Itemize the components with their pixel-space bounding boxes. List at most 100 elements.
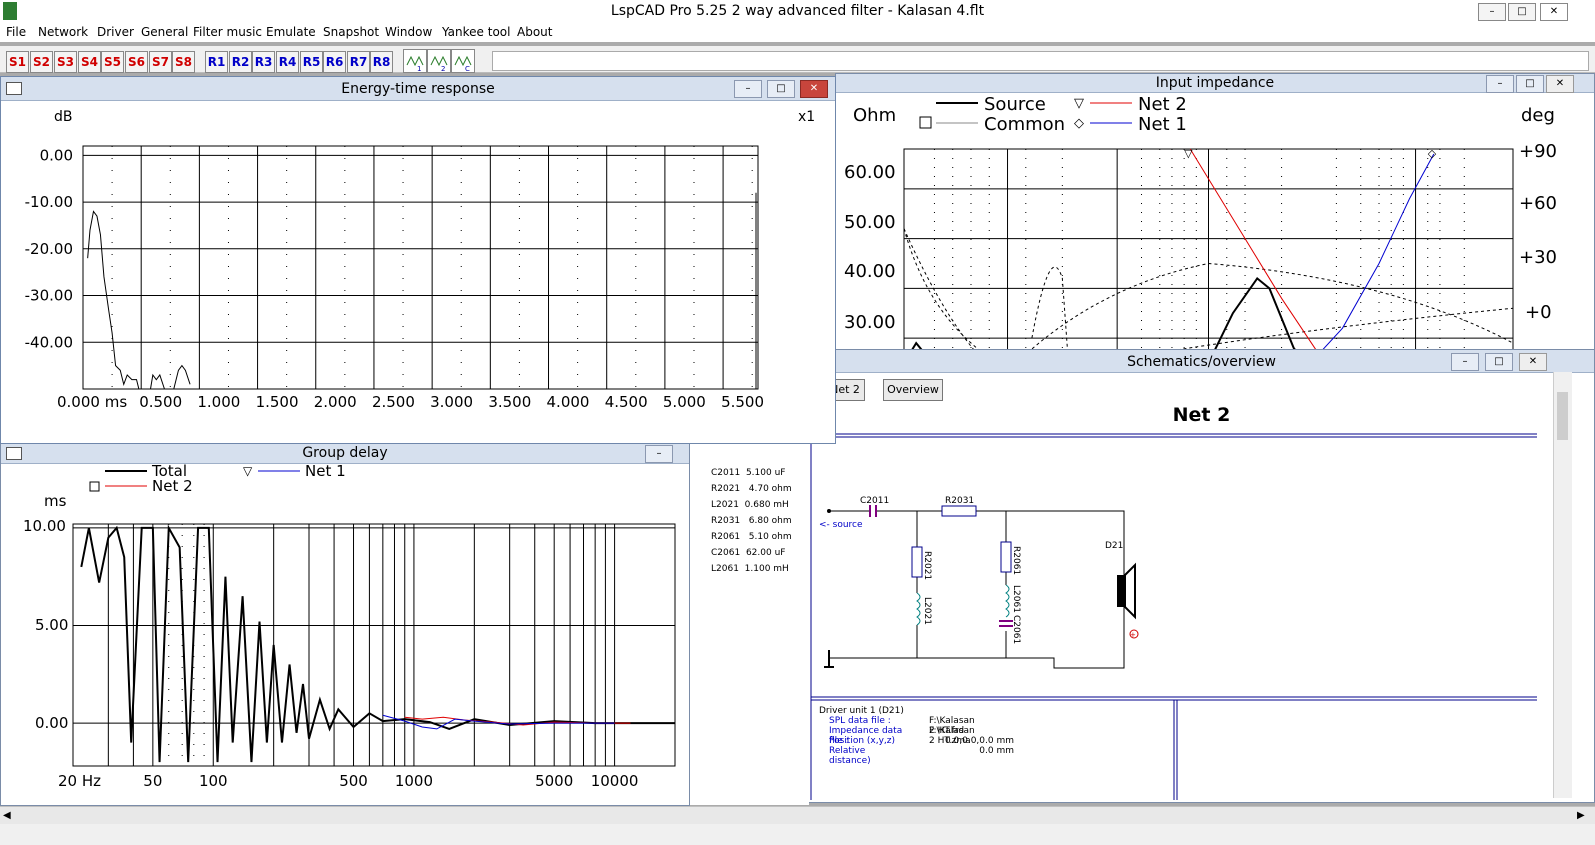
x-tick: 0.000 ms <box>57 393 127 411</box>
r7-button[interactable]: R7 <box>347 51 370 73</box>
x-tick: 4.000 <box>547 393 590 411</box>
menu-driver[interactable]: Driver <box>97 25 134 39</box>
menu-emulate[interactable]: Emulate <box>266 25 316 39</box>
s1-button[interactable]: S1 <box>6 51 29 73</box>
legend-net2-label: Net 2 <box>1138 94 1187 115</box>
driver-info-panel: Driver unit 1 (D21) SPL data file : F:\K… <box>819 706 1014 766</box>
scroll-right-icon[interactable]: ▶ <box>1577 810 1585 821</box>
y-tick: -10.00 <box>25 193 73 211</box>
legend-net2-label: Net 2 <box>152 477 193 495</box>
menu-filter-music[interactable]: Filter music <box>193 25 262 39</box>
minimize-button[interactable]: – <box>1486 75 1514 93</box>
parts-list: C2011 5.100 uF R2021 4.70 ohm L2021 0.68… <box>711 468 792 580</box>
svg-text:R2021: R2021 <box>922 551 932 580</box>
r5-button[interactable]: R5 <box>300 51 323 73</box>
maximize-button[interactable]: □ <box>767 80 795 98</box>
s8-button[interactable]: S8 <box>172 51 195 73</box>
menu-general[interactable]: General <box>141 25 188 39</box>
resistor-r2061 <box>1000 541 1012 573</box>
svg-text:C2061: C2061 <box>1011 615 1021 644</box>
menu-window[interactable]: Window <box>385 25 432 39</box>
title-bar: LspCAD Pro 5.25 2 way advanced filter - … <box>0 0 1595 25</box>
legend-common-marker <box>919 116 932 129</box>
ms-label: ms <box>44 492 67 510</box>
group-delay-plot-area <box>72 523 676 767</box>
energy-time-title: Energy-time response <box>341 81 495 97</box>
minimize-button[interactable]: – <box>734 80 762 98</box>
driver-info-key: SPL data file : <box>829 716 891 726</box>
r4-button[interactable]: R4 <box>276 51 299 73</box>
group-delay-window: Group delay – ms Total ▽ Net 1 Net 2 10.… <box>0 442 690 806</box>
x-tick: 4.500 <box>605 393 648 411</box>
close-button[interactable]: ✕ <box>1546 75 1574 93</box>
menu-file[interactable]: File <box>6 25 26 39</box>
driver-info-value: 0.0 mm <box>979 746 1014 756</box>
schematics-titlebar[interactable]: Schematics/overview – □ ✕ <box>809 350 1594 373</box>
group-delay-titlebar[interactable]: Group delay – <box>1 443 689 464</box>
close-button[interactable]: ✕ <box>1519 353 1547 371</box>
x-tick: 100 <box>199 772 228 790</box>
r6-button[interactable]: R6 <box>323 51 346 73</box>
svg-text:L2061: L2061 <box>1011 585 1021 613</box>
minimize-button[interactable]: – <box>1478 3 1506 21</box>
x-tick: 500 <box>339 772 368 790</box>
resistor-r2031 <box>941 505 977 517</box>
minimize-button[interactable]: – <box>645 445 673 463</box>
s5-button[interactable]: S5 <box>101 51 124 73</box>
group-delay-title: Group delay <box>302 445 388 461</box>
app-title: LspCAD Pro 5.25 2 way advanced filter - … <box>610 3 985 19</box>
schematic-diagram: + C2011 R2031 D21 <- source R2021 L2021 … <box>810 433 1537 800</box>
menu-snapshot[interactable]: Snapshot <box>323 25 379 39</box>
menu-about[interactable]: About <box>517 25 552 39</box>
db-label: dB <box>54 109 73 125</box>
x-tick: 5.000 <box>663 393 706 411</box>
svg-text:C2011: C2011 <box>860 496 889 506</box>
menu-network[interactable]: Network <box>38 25 88 39</box>
close-button[interactable]: ✕ <box>1540 3 1568 21</box>
menu-yankee-tool[interactable]: Yankee tool <box>442 25 510 39</box>
maximize-button[interactable]: □ <box>1516 75 1544 93</box>
vertical-scrollbar[interactable] <box>1553 372 1572 798</box>
x-tick: 50 <box>143 772 162 790</box>
svg-text:1: 1 <box>417 65 421 72</box>
s3-button[interactable]: S3 <box>54 51 77 73</box>
maximize-button[interactable]: □ <box>1485 353 1513 371</box>
toolbar-field[interactable] <box>492 51 1589 71</box>
wave-c-icon[interactable]: C <box>451 49 475 73</box>
svg-text:C: C <box>465 65 470 72</box>
y2-tick: +30 <box>1519 247 1557 268</box>
horizontal-scrollbar[interactable]: ◀ ▶ <box>0 806 1595 825</box>
energy-time-window: Energy-time response – □ ✕ dB x1 0.00 -10… <box>0 76 836 444</box>
deg-label: deg <box>1521 105 1555 126</box>
s2-button[interactable]: S2 <box>30 51 53 73</box>
s7-button[interactable]: S7 <box>149 51 172 73</box>
s6-button[interactable]: S6 <box>125 51 148 73</box>
close-button[interactable]: ✕ <box>800 80 828 98</box>
input-impedance-titlebar[interactable]: Input impedance – □ ✕ <box>836 74 1594 93</box>
input-impedance-window: Input impedance – □ ✕ Ohm deg Source Com… <box>835 73 1595 365</box>
part-row: C2061 62.00 uF <box>711 548 786 558</box>
input-impedance-title: Input impedance <box>1155 75 1275 91</box>
x-tick: 2.000 <box>314 393 357 411</box>
svg-text:R2031: R2031 <box>945 496 974 506</box>
scroll-left-icon[interactable]: ◀ <box>3 810 11 821</box>
schematics-window: Schematics/overview – □ ✕ Net 2 Overview… <box>808 349 1595 803</box>
minimize-button[interactable]: – <box>1451 353 1479 371</box>
driver-info-key: Relative distance) <box>829 746 871 766</box>
r3-button[interactable]: R3 <box>252 51 275 73</box>
overview-button[interactable]: Overview <box>883 379 943 401</box>
x-tick: 1.500 <box>256 393 299 411</box>
maximize-button[interactable]: □ <box>1508 3 1536 21</box>
r8-button[interactable]: R8 <box>370 51 393 73</box>
part-row: L2061 1.100 mH <box>711 564 789 574</box>
y-tick: 60.00 <box>844 162 896 183</box>
r2-button[interactable]: R2 <box>229 51 252 73</box>
legend-common-label: Common <box>984 114 1065 135</box>
r1-button[interactable]: R1 <box>205 51 228 73</box>
wave-2-icon[interactable]: 2 <box>427 49 451 73</box>
s4-button[interactable]: S4 <box>78 51 101 73</box>
energy-time-titlebar[interactable]: Energy-time response – □ ✕ <box>1 77 835 101</box>
y-tick: 0.00 <box>40 146 73 164</box>
scroll-thumb[interactable] <box>1557 392 1568 440</box>
wave-1-icon[interactable]: 1 <box>403 49 427 73</box>
